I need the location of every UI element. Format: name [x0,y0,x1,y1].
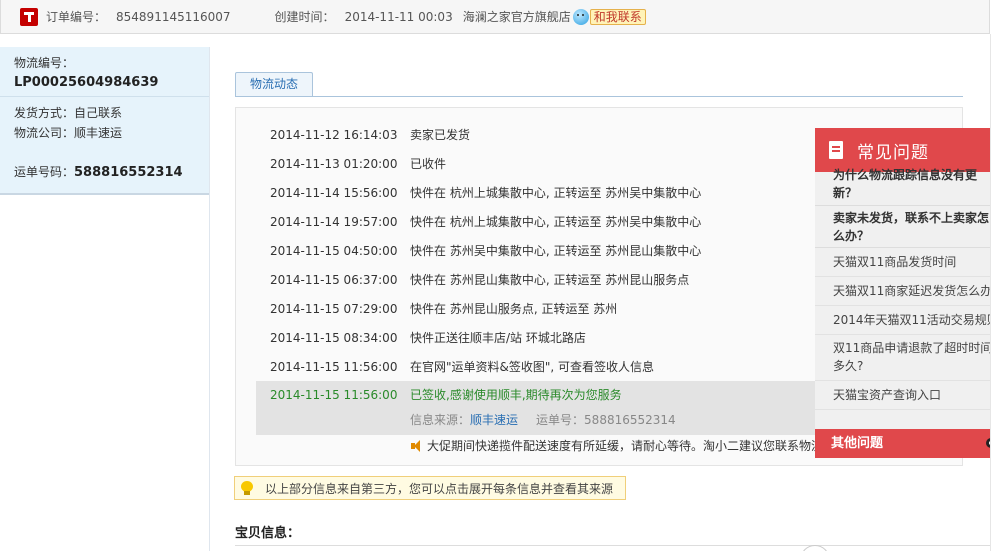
faq-link[interactable]: 天猫双11商家延迟发货怎么办? [815,277,998,306]
document-icon [829,141,843,159]
tracking-desc: 快件正送往顺丰店/站 环城北路店 [410,331,586,345]
tracking-time: 2014-11-14 19:57:00 [270,215,398,229]
tmall-logo-icon [20,7,38,26]
source-waybill-label: 运单号： [536,413,585,427]
tracking-time: 2014-11-14 15:56:00 [270,186,398,200]
created-time-label: 创建时间： [274,10,335,24]
logistics-company: 物流公司：顺丰速运 [14,126,123,140]
tracking-time: 2014-11-15 07:29:00 [270,302,398,316]
tracking-time: 2014-11-15 06:37:00 [270,273,398,287]
third-party-tip: 以上部分信息来自第三方，您可以点击展开每条信息并查看其来源 [234,476,626,500]
tracking-time: 2014-11-15 11:56:00 [270,388,398,402]
faq-link-line: 多久? [833,359,864,373]
tracking-source: 信息来源：顺丰速运 运单号：588816552314 [410,411,676,428]
tracking-desc: 快件在 杭州上城集散中心, 正转运至 苏州吴中集散中心 [410,215,702,229]
logistics-number-label: 物流编号： [14,56,75,70]
tracking-desc: 卖家已发货 [410,128,471,142]
faq-panel: 常见问题 为什么物流跟踪信息没有更 新？ 卖家未发货，联系不上卖家怎 么办？ 天… [815,128,998,458]
logistics-sidebar: 物流编号： LP00025604984639 发货方式：自己联系 物流公司：顺丰… [0,47,210,551]
tracking-time: 2014-11-15 11:56:00 [270,360,398,374]
speaker-icon [411,439,423,452]
tracking-desc: 已收件 [410,157,447,171]
faq-question-line: 卖家未发货，联系不上卖家怎 [833,211,990,225]
created-time: 2014-11-11 00:03 [344,9,453,24]
faq-other-label: 其他问题 [831,436,884,451]
faq-question-line: 为什么物流跟踪信息没有更 [833,168,978,182]
faq-other-questions[interactable]: 其他问题 [815,429,998,458]
item-divider [235,545,995,546]
tracking-desc: 快件在 苏州昆山集散中心, 正转运至 苏州昆山服务点 [410,273,690,287]
shop-name[interactable]: 海澜之家官方旗舰店 [463,8,571,25]
source-waybill-number: 588816552314 [584,413,676,427]
source-label: 信息来源： [410,413,471,427]
faq-question-line: 新？ [833,186,858,200]
faq-title: 常见问题 [857,142,929,163]
contact-seller[interactable]: 和我联系 [572,8,646,25]
tracking-desc: 快件在 苏州吴中集散中心, 正转运至 苏州昆山集散中心 [410,244,702,258]
order-number: 854891145116007 [116,9,231,24]
lightbulb-icon [241,481,253,495]
tab-divider [235,96,963,97]
faq-question[interactable]: 为什么物流跟踪信息没有更 新？ [815,166,998,206]
faq-question[interactable]: 卖家未发货，联系不上卖家怎 么办？ [815,206,998,248]
faq-link[interactable]: 2014年天猫双11活动交易规则 [815,306,998,335]
notice-text: 大促期间快递揽件配送速度有所延缓，请耐心等待。淘小二建议您联系物流 [427,439,824,453]
source-link[interactable]: 顺丰速运 [470,413,518,427]
delivery-notice: 大促期间快递揽件配送速度有所延缓，请耐心等待。淘小二建议您联系物流 [411,437,823,454]
waybill-number: 588816552314 [74,165,183,180]
scrollbar-track[interactable] [990,34,1002,551]
wangwang-icon[interactable] [572,8,589,25]
tracking-time: 2014-11-15 04:50:00 [270,244,398,258]
tracking-time: 2014-11-13 01:20:00 [270,157,398,171]
contact-me-button[interactable]: 和我联系 [589,8,646,25]
faq-link[interactable]: 天猫双11商品发货时间 [815,248,998,277]
tracking-desc: 快件在 苏州昆山服务点, 正转运至 苏州 [410,302,618,316]
tracking-desc: 在官网"运单资料&签收图", 可查看签收人信息 [410,360,655,374]
tab-logistics-updates[interactable]: 物流动态 [235,72,313,96]
waybill-label: 运单号码： [14,165,75,179]
logistics-number-block: 物流编号： LP00025604984639 [0,47,209,97]
tracking-time: 2014-11-15 08:34:00 [270,331,398,345]
order-number-label: 订单编号： [46,10,107,24]
faq-link[interactable]: 双11商品申请退款了超时时间是 多久? [815,335,998,381]
faq-link[interactable]: 天猫宝资产查询入口 [815,381,998,410]
tracking-desc: 快件在 杭州上城集散中心, 正转运至 苏州吴中集散中心 [410,186,702,200]
shipping-info-block: 发货方式：自己联系 物流公司：顺丰速运 运单号码：588816552314 [0,97,209,195]
faq-link-line: 双11商品申请退款了超时时间是 [833,341,998,355]
item-info-title: 宝贝信息： [235,526,301,541]
tracking-time: 2014-11-12 16:14:03 [270,128,398,142]
faq-question-line: 么办？ [833,229,870,243]
ship-method: 发货方式：自己联系 [14,106,123,120]
tracking-desc: 已签收,感谢使用顺丰,期待再次为您服务 [410,388,622,402]
logistics-number: LP00025604984639 [14,75,159,90]
tip-text: 以上部分信息来自第三方，您可以点击展开每条信息并查看其来源 [265,481,614,496]
order-header: 订单编号： 854891145116007 创建时间： 2014-11-11 0… [0,0,990,34]
